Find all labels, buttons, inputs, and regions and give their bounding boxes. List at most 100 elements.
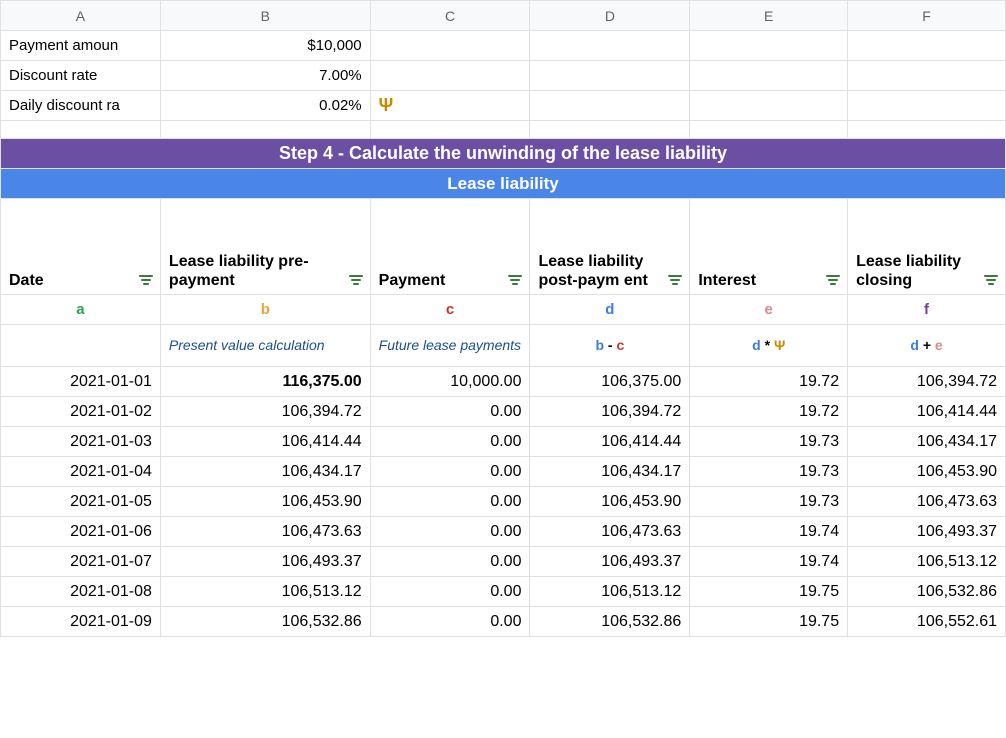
cell-pay[interactable]: 0.00: [370, 397, 530, 427]
cell-pay[interactable]: 0.00: [370, 607, 530, 637]
header-closing[interactable]: Lease liability closing: [848, 199, 1006, 295]
cell-date[interactable]: 2021-01-09: [1, 607, 161, 637]
cell-post[interactable]: 106,453.90: [530, 487, 690, 517]
cell-close[interactable]: 106,513.12: [848, 547, 1006, 577]
cell[interactable]: [530, 91, 690, 121]
header-date[interactable]: Date: [1, 199, 161, 295]
col-header-E[interactable]: E: [690, 1, 848, 31]
cell-post[interactable]: 106,414.44: [530, 427, 690, 457]
spreadsheet-grid[interactable]: A B C D E F Payment amoun $10,000 Discou…: [0, 0, 1006, 637]
cell-post[interactable]: 106,513.12: [530, 577, 690, 607]
cell-int[interactable]: 19.73: [690, 457, 848, 487]
cell-pay[interactable]: 0.00: [370, 577, 530, 607]
cell-post[interactable]: 106,434.17: [530, 457, 690, 487]
cell-int[interactable]: 19.72: [690, 367, 848, 397]
cell-pay[interactable]: 0.00: [370, 487, 530, 517]
daily-discount-value[interactable]: 0.02%: [160, 91, 370, 121]
cell-date[interactable]: 2021-01-07: [1, 547, 161, 577]
formula-b[interactable]: Present value calculation: [160, 325, 370, 367]
cell[interactable]: [370, 61, 530, 91]
header-interest[interactable]: Interest: [690, 199, 848, 295]
cell-int[interactable]: 19.73: [690, 427, 848, 457]
letter-a[interactable]: a: [1, 295, 161, 325]
cell-date[interactable]: 2021-01-01: [1, 367, 161, 397]
cell-int[interactable]: 19.74: [690, 547, 848, 577]
cell-post[interactable]: 106,532.86: [530, 607, 690, 637]
letter-d[interactable]: d: [530, 295, 690, 325]
letter-c[interactable]: c: [370, 295, 530, 325]
col-header-C[interactable]: C: [370, 1, 530, 31]
cell-close[interactable]: 106,414.44: [848, 397, 1006, 427]
cell[interactable]: [530, 61, 690, 91]
formula-a[interactable]: [1, 325, 161, 367]
cell-date[interactable]: 2021-01-05: [1, 487, 161, 517]
cell-close[interactable]: 106,394.72: [848, 367, 1006, 397]
cell-pre[interactable]: 106,513.12: [160, 577, 370, 607]
formula-e[interactable]: d * Ψ: [690, 325, 848, 367]
cell-close[interactable]: 106,552.61: [848, 607, 1006, 637]
cell-close[interactable]: 106,532.86: [848, 577, 1006, 607]
cell-pre[interactable]: 106,532.86: [160, 607, 370, 637]
letter-f[interactable]: f: [848, 295, 1006, 325]
filter-icon[interactable]: [507, 272, 523, 288]
cell-post[interactable]: 106,394.72: [530, 397, 690, 427]
cell[interactable]: [690, 31, 848, 61]
formula-f[interactable]: d + e: [848, 325, 1006, 367]
cell-pre[interactable]: 106,453.90: [160, 487, 370, 517]
cell-close[interactable]: 106,493.37: [848, 517, 1006, 547]
cell-pre[interactable]: 106,473.63: [160, 517, 370, 547]
cell-post[interactable]: 106,473.63: [530, 517, 690, 547]
header-pre-payment[interactable]: Lease liability pre-payment: [160, 199, 370, 295]
cell[interactable]: [370, 31, 530, 61]
cell-int[interactable]: 19.73: [690, 487, 848, 517]
col-header-B[interactable]: B: [160, 1, 370, 31]
cell[interactable]: [530, 31, 690, 61]
letter-b[interactable]: b: [160, 295, 370, 325]
cell-int[interactable]: 19.75: [690, 577, 848, 607]
formula-c[interactable]: Future lease payments: [370, 325, 530, 367]
discount-rate-value[interactable]: 7.00%: [160, 61, 370, 91]
formula-d[interactable]: b - c: [530, 325, 690, 367]
cell[interactable]: [690, 61, 848, 91]
cell-pre[interactable]: 116,375.00: [160, 367, 370, 397]
header-post-payment[interactable]: Lease liability post-paym ent: [530, 199, 690, 295]
col-header-F[interactable]: F: [848, 1, 1006, 31]
cell[interactable]: [690, 91, 848, 121]
cell-pay[interactable]: 0.00: [370, 457, 530, 487]
daily-discount-label[interactable]: Daily discount ra: [1, 91, 161, 121]
cell[interactable]: [848, 31, 1006, 61]
filter-icon[interactable]: [348, 272, 364, 288]
cell-close[interactable]: 106,453.90: [848, 457, 1006, 487]
cell-date[interactable]: 2021-01-02: [1, 397, 161, 427]
cell-post[interactable]: 106,493.37: [530, 547, 690, 577]
cell-pre[interactable]: 106,414.44: [160, 427, 370, 457]
cell-pre[interactable]: 106,434.17: [160, 457, 370, 487]
cell-date[interactable]: 2021-01-08: [1, 577, 161, 607]
cell-int[interactable]: 19.74: [690, 517, 848, 547]
payment-amount-label[interactable]: Payment amoun: [1, 31, 161, 61]
filter-icon[interactable]: [983, 272, 999, 288]
filter-icon[interactable]: [138, 272, 154, 288]
cell-pre[interactable]: 106,394.72: [160, 397, 370, 427]
col-header-D[interactable]: D: [530, 1, 690, 31]
cell-pre[interactable]: 106,493.37: [160, 547, 370, 577]
payment-amount-value[interactable]: $10,000: [160, 31, 370, 61]
filter-icon[interactable]: [825, 272, 841, 288]
cell[interactable]: [848, 91, 1006, 121]
header-payment[interactable]: Payment: [370, 199, 530, 295]
discount-rate-label[interactable]: Discount rate: [1, 61, 161, 91]
cell-close[interactable]: 106,473.63: [848, 487, 1006, 517]
cell-date[interactable]: 2021-01-06: [1, 517, 161, 547]
col-header-A[interactable]: A: [1, 1, 161, 31]
cell-date[interactable]: 2021-01-03: [1, 427, 161, 457]
cell-pay[interactable]: 10,000.00: [370, 367, 530, 397]
letter-e[interactable]: e: [690, 295, 848, 325]
cell-pay[interactable]: 0.00: [370, 427, 530, 457]
cell-pay[interactable]: 0.00: [370, 547, 530, 577]
cell-int[interactable]: 19.75: [690, 607, 848, 637]
cell-post[interactable]: 106,375.00: [530, 367, 690, 397]
filter-icon[interactable]: [667, 272, 683, 288]
cell-date[interactable]: 2021-01-04: [1, 457, 161, 487]
cell[interactable]: [848, 61, 1006, 91]
cell-int[interactable]: 19.72: [690, 397, 848, 427]
